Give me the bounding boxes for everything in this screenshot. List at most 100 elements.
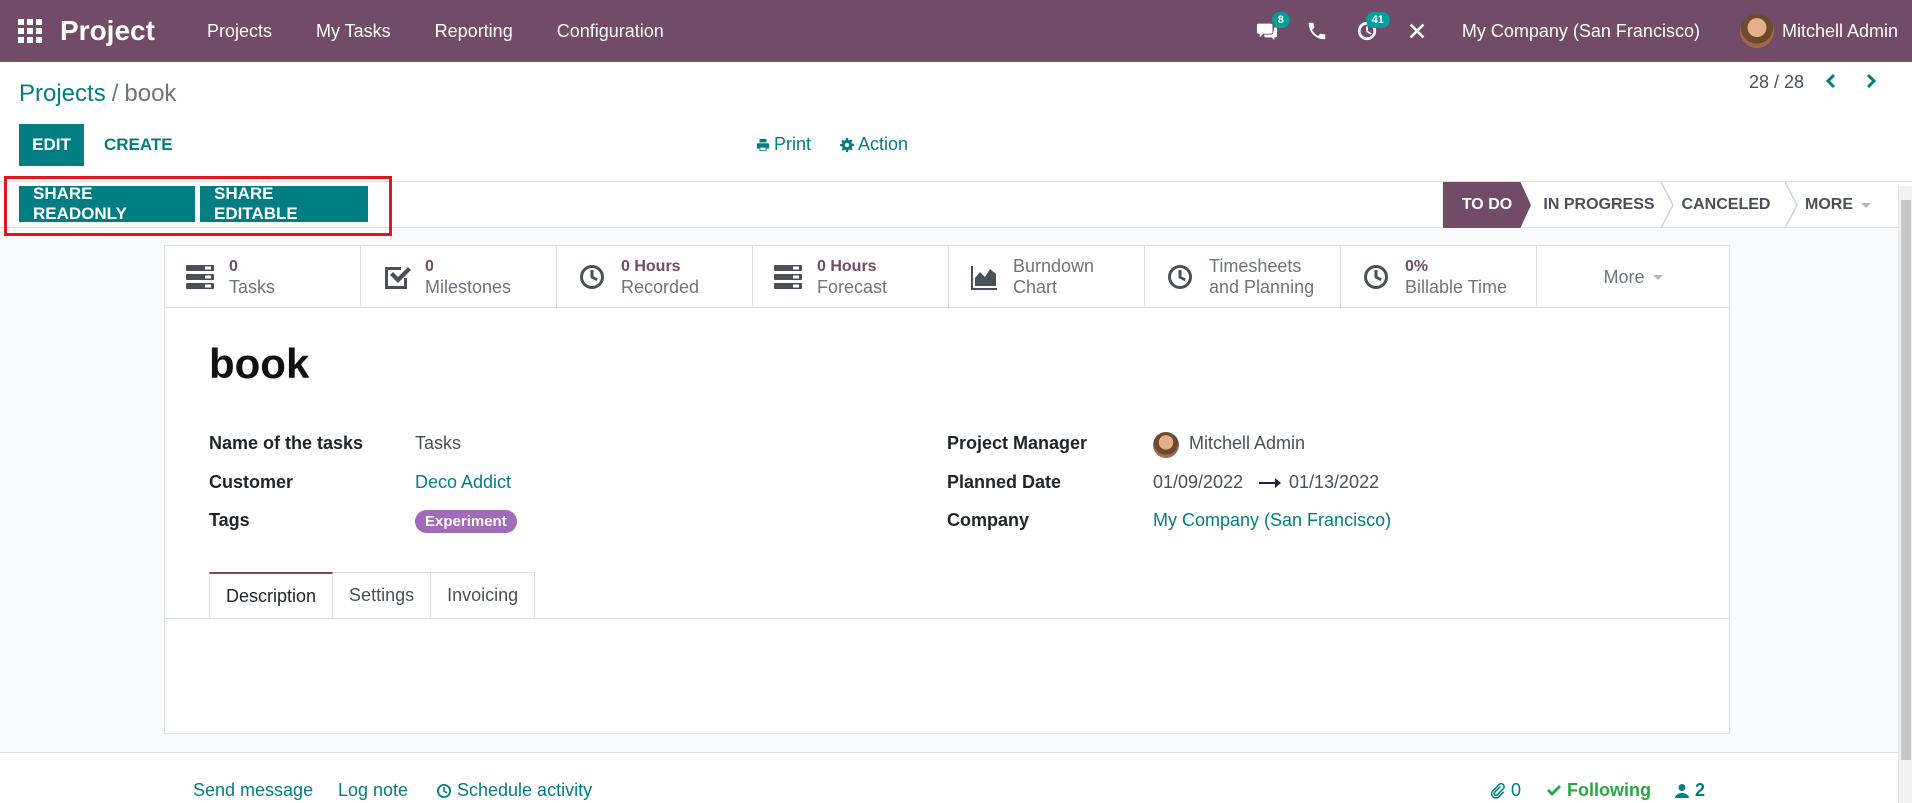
log-note-button[interactable]: Log note — [338, 780, 408, 801]
form-sheet: 0 Tasks 0 Milestones 0 Hours Recorded 0 Hou… — [164, 245, 1730, 734]
following-label: Following — [1567, 780, 1651, 800]
smart-button-tasks[interactable]: 0 Tasks — [165, 246, 361, 308]
planned-date-label: Planned Date — [947, 472, 1062, 492]
print-button[interactable]: Print — [756, 134, 811, 155]
name-of-tasks-value[interactable]: Tasks — [415, 433, 461, 454]
tags-label: Tags — [209, 510, 250, 530]
manager-avatar — [1153, 432, 1179, 458]
schedule-activity-label: Schedule activity — [457, 780, 593, 800]
smart-label: Burndown — [1013, 256, 1095, 276]
app-brand[interactable]: Project — [60, 15, 155, 47]
clock-icon — [580, 265, 604, 289]
activities-clock-icon[interactable]: 41 — [1342, 0, 1392, 62]
smart-value: 0 — [425, 258, 434, 275]
customer-label: Customer — [209, 472, 294, 492]
tag-badge[interactable]: Experiment — [415, 510, 517, 533]
tab-invoicing[interactable]: Invoicing — [431, 572, 536, 618]
project-manager-value[interactable]: Mitchell Admin — [1189, 433, 1305, 454]
project-manager-label: Project Manager — [947, 433, 1088, 453]
company-link[interactable]: My Company (San Francisco) — [1153, 510, 1391, 531]
phone-icon[interactable] — [1292, 0, 1342, 62]
clock-icon — [1168, 265, 1192, 289]
clock-icon — [437, 783, 451, 798]
followers-button[interactable]: 2 — [1674, 780, 1705, 801]
stage-in-progress[interactable]: IN PROGRESS — [1534, 182, 1664, 228]
customer-link[interactable]: Deco Addict — [415, 472, 511, 493]
menu-projects[interactable]: Projects — [185, 21, 294, 42]
smart-button-burndown[interactable]: Burndown Chart — [949, 246, 1145, 308]
smart-value: 0 Hours — [621, 258, 681, 275]
smart-value: 0 — [229, 258, 238, 275]
tab-description[interactable]: Description — [209, 572, 334, 619]
scrollbar-thumb[interactable] — [1901, 200, 1911, 760]
company-label: Company — [947, 510, 1030, 530]
smart-button-billable-time[interactable]: 0% Billable Time — [1341, 246, 1537, 308]
smart-label: Recorded — [621, 277, 700, 297]
breadcrumb-separator: / — [111, 80, 119, 107]
tab-settings[interactable]: Settings — [333, 572, 432, 618]
smart-value: 0% — [1405, 258, 1429, 275]
stage-canceled[interactable]: CANCELED — [1664, 182, 1788, 228]
clock-icon — [1364, 265, 1388, 289]
schedule-activity-button[interactable]: Schedule activity — [436, 780, 592, 801]
pager-previous-icon[interactable] — [1823, 72, 1847, 96]
user-icon — [1675, 783, 1689, 798]
tasks-icon — [774, 265, 802, 289]
long-arrow-right-icon — [1259, 478, 1281, 488]
smart-button-forecast[interactable]: 0 Hours Forecast — [753, 246, 949, 308]
smart-label: Billable Time — [1405, 277, 1508, 297]
activities-badge: 41 — [1365, 12, 1390, 28]
attachments-button[interactable]: 0 — [1490, 780, 1521, 801]
smart-label: Tasks — [229, 277, 276, 297]
pager-next-icon[interactable] — [1861, 72, 1885, 96]
debug-tools-icon[interactable] — [1392, 0, 1442, 62]
messages-icon[interactable]: 8 — [1242, 0, 1292, 62]
stage-todo[interactable]: TO DO — [1443, 182, 1531, 228]
navbar-systray: 8 41 My Company (San Francisco) Mitchell… — [1242, 0, 1912, 62]
smart-label: and Planning — [1209, 277, 1315, 297]
planned-start-date[interactable]: 01/09/2022 — [1153, 472, 1243, 493]
page-scrollbar[interactable] — [1898, 186, 1912, 803]
user-menu[interactable]: Mitchell Admin — [1739, 14, 1898, 48]
print-icon — [756, 138, 770, 151]
breadcrumb-projects[interactable]: Projects — [19, 80, 106, 107]
apps-grid-icon[interactable] — [0, 0, 60, 62]
smart-button-milestones[interactable]: 0 Milestones — [361, 246, 557, 308]
menu-configuration[interactable]: Configuration — [535, 21, 686, 42]
breadcrumb-current: book — [124, 80, 177, 107]
gear-icon — [840, 137, 854, 152]
breadcrumb: Projects / book — [19, 80, 176, 108]
smart-button-more[interactable]: More — [1537, 246, 1729, 308]
top-navbar: Project Projects My Tasks Reporting Conf… — [0, 0, 1912, 62]
record-title[interactable]: book — [209, 340, 309, 388]
tasks-icon — [186, 265, 214, 289]
caret-down-icon — [1652, 274, 1663, 280]
smart-button-recorded[interactable]: 0 Hours Recorded — [557, 246, 753, 308]
tab-divider — [165, 618, 1729, 619]
followers-count: 2 — [1695, 780, 1706, 800]
send-message-button[interactable]: Send message — [193, 780, 313, 801]
caret-down-icon — [1861, 202, 1871, 208]
messages-badge: 8 — [1271, 12, 1290, 28]
menu-my-tasks[interactable]: My Tasks — [294, 21, 413, 42]
create-button[interactable]: CREATE — [92, 124, 185, 166]
pager-value[interactable]: 28 / 28 — [1749, 72, 1804, 93]
highlight-box — [4, 176, 392, 236]
check-square-icon — [385, 267, 411, 289]
stage-more-dropdown[interactable]: MORE — [1788, 182, 1888, 228]
user-avatar — [1739, 14, 1774, 48]
paperclip-icon — [1490, 782, 1505, 799]
edit-button[interactable]: EDIT — [19, 124, 84, 166]
smart-value: 0 Hours — [817, 258, 877, 275]
smart-button-timesheets[interactable]: Timesheets and Planning — [1145, 246, 1341, 308]
stage-more-label: MORE — [1805, 196, 1853, 213]
following-button[interactable]: Following — [1546, 780, 1651, 801]
main-menu: Projects My Tasks Reporting Configuratio… — [185, 21, 686, 42]
area-chart-icon — [971, 266, 997, 290]
user-name: Mitchell Admin — [1781, 20, 1898, 41]
menu-reporting[interactable]: Reporting — [413, 21, 535, 42]
name-of-tasks-label: Name of the tasks — [209, 433, 364, 453]
company-switcher[interactable]: My Company (San Francisco) — [1462, 21, 1700, 42]
planned-end-date[interactable]: 01/13/2022 — [1289, 472, 1379, 493]
action-button[interactable]: Action — [840, 134, 908, 155]
